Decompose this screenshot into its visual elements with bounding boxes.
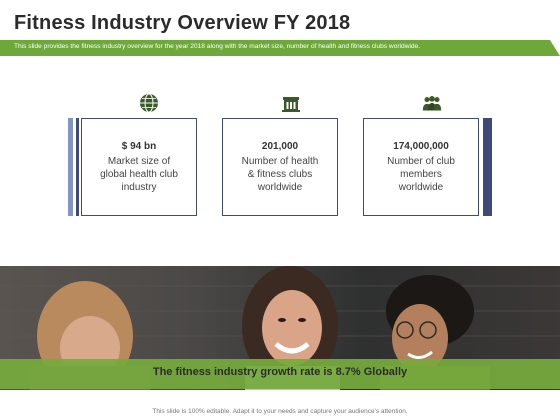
page-title: Fitness Industry Overview FY 2018	[14, 12, 351, 34]
stat-card-members: 174,000,000 Number of club members world…	[363, 118, 479, 216]
stat-description: Number of health & fitness clubs worldwi…	[241, 156, 319, 193]
globe-icon	[140, 93, 158, 113]
stat-value: $ 94 bn	[121, 141, 157, 152]
stat-card-clubs: 201,000 Number of health & fitness clubs…	[222, 118, 338, 216]
stat-value: 174,000,000	[393, 141, 449, 152]
banner-corner	[550, 40, 560, 56]
building-icon	[282, 97, 300, 112]
stat-description: Number of club members worldwide	[387, 156, 455, 193]
stat-value: 201,000	[261, 141, 299, 152]
stat-description: Market size of global health club indust…	[100, 156, 178, 193]
footer-note: This slide is 100% editable. Adapt it to…	[152, 408, 408, 415]
card-accent-bar-left-inner	[76, 118, 79, 216]
stat-card-market-size: $ 94 bn Market size of global health clu…	[81, 118, 197, 216]
subtitle-text: This slide provides the fitness industry…	[14, 43, 421, 50]
people-icon	[422, 96, 442, 111]
growth-banner-text: The fitness industry growth rate is 8.7%…	[152, 366, 408, 378]
card-accent-bar-right	[483, 118, 492, 216]
